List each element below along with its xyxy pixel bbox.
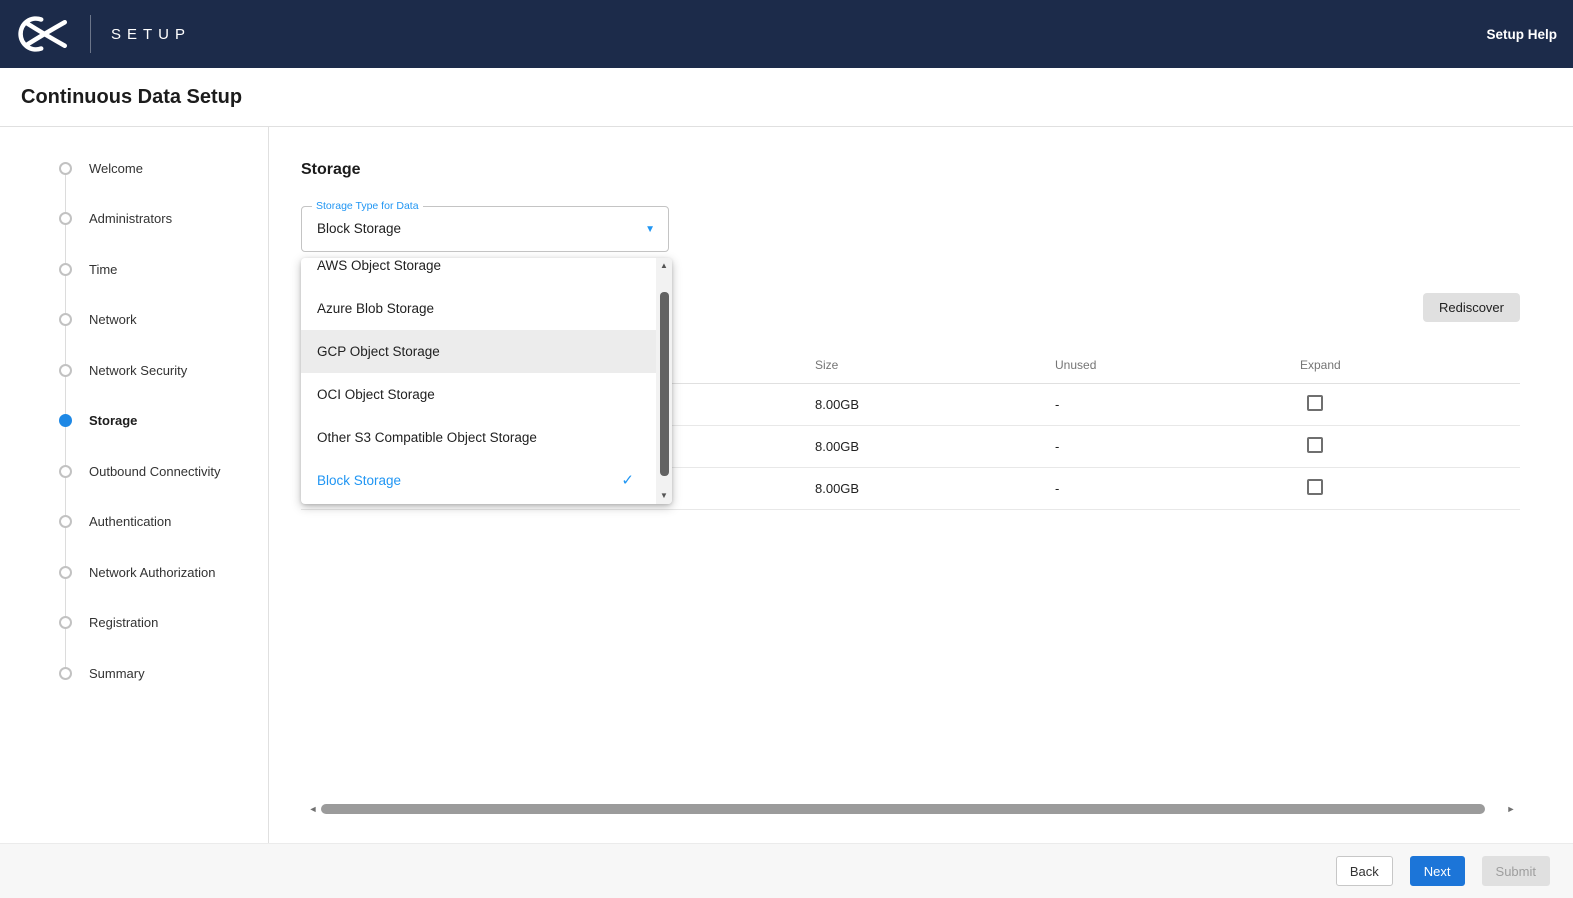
expand-checkbox[interactable] [1307,479,1323,495]
stepper-sidebar: Welcome Administrators Time Network Netw… [0,127,269,843]
step-circle-icon [59,313,72,326]
step-label: Registration [89,615,158,630]
main-content: Storage Storage Type for Data Block Stor… [269,127,1573,843]
step-label: Administrators [89,211,172,226]
step-storage[interactable]: Storage [0,396,268,447]
storage-type-option-list: AWS Object Storage Azure Blob Storage GC… [301,258,672,502]
storage-type-menu: AWS Object Storage Azure Blob Storage GC… [301,258,672,504]
menu-scrollbar-thumb[interactable] [660,292,669,476]
step-circle-icon [59,465,72,478]
column-header-expand: Expand [1300,358,1520,372]
expand-checkbox[interactable] [1307,437,1323,453]
step-label: Summary [89,666,145,681]
step-authentication[interactable]: Authentication [0,497,268,548]
step-outbound-connectivity[interactable]: Outbound Connectivity [0,446,268,497]
step-network-security[interactable]: Network Security [0,345,268,396]
horizontal-scrollbar-thumb[interactable] [321,804,1485,814]
cell-expand [1300,479,1520,498]
step-label: Authentication [89,514,171,529]
step-label: Network [89,312,137,327]
option-gcp-object-storage[interactable]: GCP Object Storage [301,330,672,373]
step-label: Network Security [89,363,187,378]
step-welcome[interactable]: Welcome [0,143,268,194]
setup-help-link[interactable]: Setup Help [1486,27,1557,42]
cell-unused: - [1055,397,1300,412]
step-circle-icon [59,515,72,528]
cell-expand [1300,395,1520,414]
section-title: Storage [301,161,1520,181]
step-circle-icon [59,212,72,225]
cell-unused: - [1055,481,1300,496]
page-title: Continuous Data Setup [21,86,242,109]
step-circle-icon [59,667,72,680]
option-oci-object-storage[interactable]: OCI Object Storage [301,373,672,416]
next-button[interactable]: Next [1410,856,1465,886]
horizontal-scrollbar: ◄ ► [307,802,1517,816]
footer-bar: Back Next Submit [0,843,1573,898]
column-header-size: Size [815,358,1055,372]
expand-checkbox[interactable] [1307,395,1323,411]
scroll-right-icon[interactable]: ► [1505,804,1517,814]
option-aws-object-storage[interactable]: AWS Object Storage [301,258,672,287]
step-circle-icon [59,263,72,276]
column-header-unused: Unused [1055,358,1300,372]
step-circle-icon-active [59,414,72,427]
check-icon: ✓ [621,459,634,502]
chevron-down-icon[interactable]: ▼ [645,224,655,235]
cell-unused: - [1055,439,1300,454]
step-administrators[interactable]: Administrators [0,194,268,245]
step-registration[interactable]: Registration [0,598,268,649]
cell-size: 8.00GB [815,439,1055,454]
step-circle-icon [59,616,72,629]
storage-type-select[interactable]: Storage Type for Data Block Storage ▼ [301,206,669,252]
back-button[interactable]: Back [1336,856,1393,886]
step-label: Storage [89,413,137,428]
rediscover-button[interactable]: Rediscover [1423,293,1520,322]
cell-size: 8.00GB [815,481,1055,496]
body: Welcome Administrators Time Network Netw… [0,127,1573,843]
horizontal-scrollbar-track[interactable] [321,804,1503,814]
cell-expand [1300,437,1520,456]
page-title-bar: Continuous Data Setup [0,68,1573,127]
topbar-divider [90,15,91,53]
step-time[interactable]: Time [0,244,268,295]
scroll-down-icon[interactable]: ▼ [660,488,668,504]
select-value: Block Storage [302,207,668,251]
scroll-up-icon[interactable]: ▲ [660,258,668,274]
step-network-authorization[interactable]: Network Authorization [0,547,268,598]
step-label: Time [89,262,117,277]
topbar: SETUP Setup Help [0,0,1573,68]
step-label: Network Authorization [89,565,215,580]
step-label: Welcome [89,161,143,176]
option-azure-blob-storage[interactable]: Azure Blob Storage [301,287,672,330]
select-floating-label: Storage Type for Data [312,200,423,213]
menu-scrollbar[interactable]: ▲ ▼ [656,258,672,504]
step-circle-icon [59,566,72,579]
step-circle-icon [59,364,72,377]
step-summary[interactable]: Summary [0,648,268,699]
delphix-logo [14,14,72,54]
option-block-storage[interactable]: Block Storage ✓ [301,459,672,502]
step-network[interactable]: Network [0,295,268,346]
scroll-left-icon[interactable]: ◄ [307,804,319,814]
option-other-s3-compatible[interactable]: Other S3 Compatible Object Storage [301,416,672,459]
submit-button: Submit [1482,856,1550,886]
option-label: Block Storage [317,473,401,488]
brand-text: SETUP [111,26,191,43]
step-label: Outbound Connectivity [89,464,221,479]
cell-size: 8.00GB [815,397,1055,412]
step-circle-icon [59,162,72,175]
app-window: SETUP Setup Help Continuous Data Setup W… [0,0,1573,898]
